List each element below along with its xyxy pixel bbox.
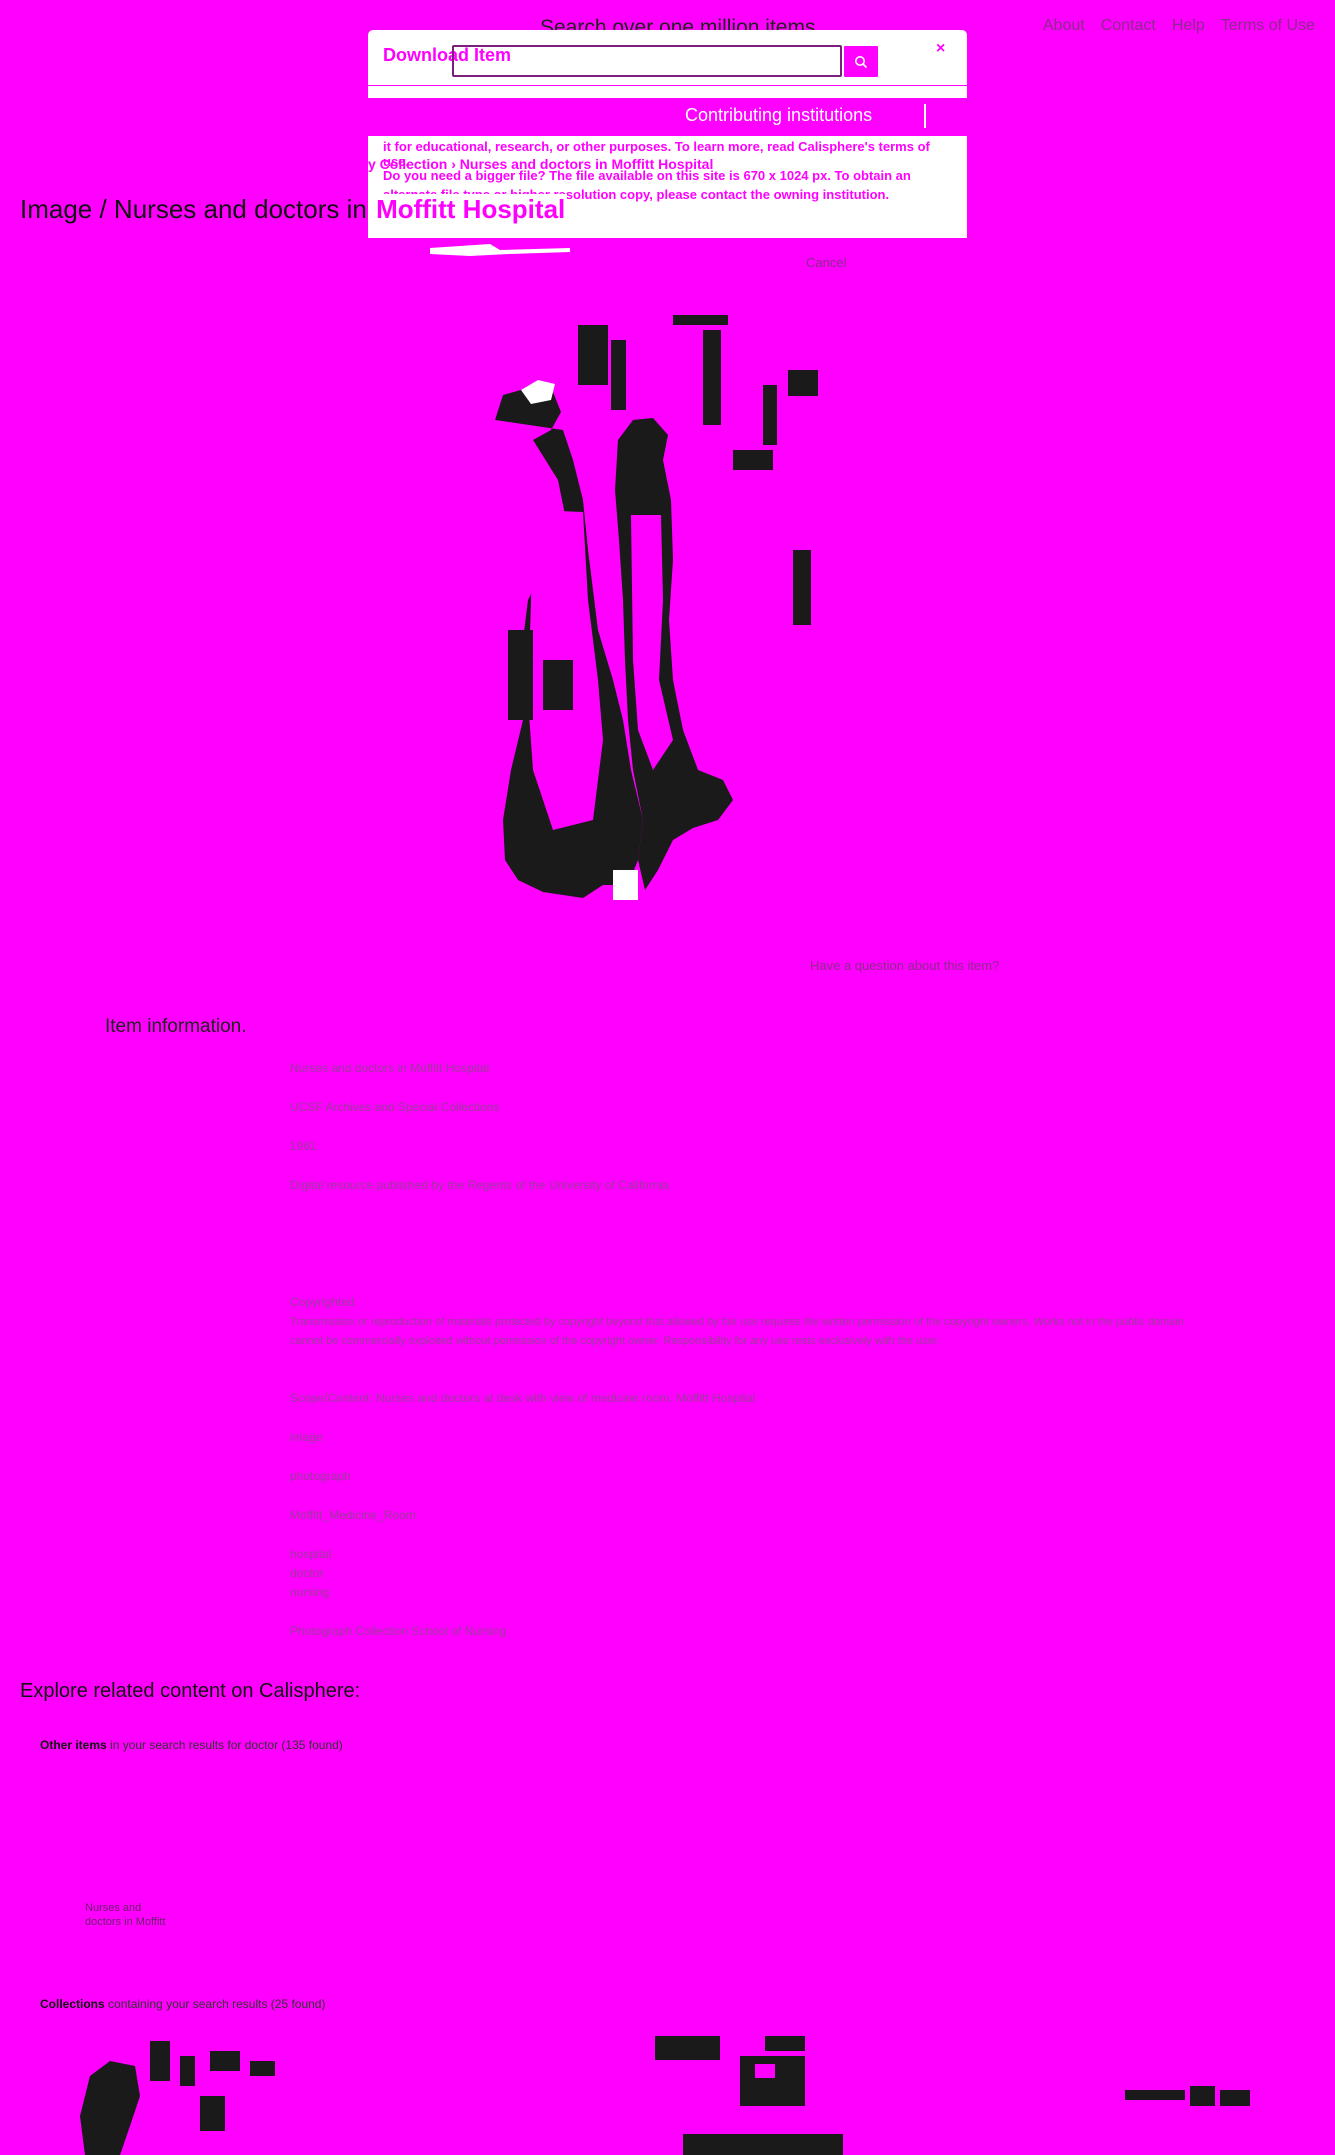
collections-summary: Collections containing your search resul… [40, 1997, 325, 2011]
divider [924, 104, 926, 128]
thumbnail-caption-line: doctors in Moffitt [85, 1916, 166, 1929]
modal-divider-white [368, 86, 967, 98]
close-icon[interactable]: × [936, 40, 945, 58]
rights-statement: Transmission or reproduction of material… [290, 1316, 1184, 1347]
nav-help[interactable]: Help [1172, 17, 1205, 35]
thumbnail-caption-line: Nurses and [85, 1902, 142, 1914]
page-title-highlight: Moffitt Hospital [374, 194, 568, 224]
meta-format: photograph [290, 1469, 351, 1483]
meta-date: 1961 [290, 1139, 317, 1153]
meta-keyword[interactable]: doctor [290, 1566, 323, 1580]
page-title-prefix: Image / Nurses and doctors in [20, 194, 375, 224]
contributing-bar [368, 98, 967, 136]
rights-status: Copyrighted [290, 1295, 355, 1309]
collections-label: Collections [40, 1997, 105, 2011]
meta-keyword[interactable]: nursing [290, 1585, 329, 1599]
collections-text: containing your search results (25 found… [104, 1997, 326, 2011]
meta-institution[interactable]: UCSF Archives and Special Collections [290, 1100, 499, 1114]
search-button[interactable] [842, 44, 880, 79]
meta-publisher: Digital resource published by the Regent… [290, 1178, 669, 1192]
nav-terms[interactable]: Terms of Use [1221, 17, 1315, 35]
meta-collection[interactable]: Photograph Collection School of Nursing [290, 1624, 506, 1638]
page-title: Image / Nurses and doctors in Moffitt Ho… [20, 194, 568, 225]
modal-footer [368, 232, 967, 238]
other-items-label: Other items [40, 1738, 107, 1752]
meta-keyword[interactable]: hospital [290, 1547, 331, 1561]
nav-about[interactable]: About [1043, 17, 1085, 35]
collection-thumbnail[interactable] [1125, 2082, 1255, 2122]
other-items-text: in your search results for doctor (135 f… [106, 1738, 343, 1752]
collection-thumbnail[interactable] [80, 2036, 290, 2155]
meta-subject[interactable]: Moffitt_Medicine_Room [290, 1508, 416, 1522]
search-icon [855, 55, 868, 68]
nav-contact[interactable]: Contact [1101, 17, 1156, 35]
collection-thumbnail[interactable] [655, 2036, 855, 2155]
explore-heading: Explore related content on Calisphere: [20, 1680, 361, 1702]
question-link[interactable]: Have a question about this item? [810, 958, 999, 973]
top-nav: About Contact Help Terms of Use [1043, 17, 1315, 35]
modal-smudge [430, 244, 570, 256]
item-info-heading: Item information. [105, 1016, 247, 1037]
search-input[interactable] [452, 45, 842, 77]
cancel-button[interactable]: Cancel [806, 255, 846, 270]
thumbnail-caption[interactable]: Nurses and doctors in Moffitt [85, 1901, 166, 1930]
meta-scope: Scope/Content: Nurses and doctors at des… [290, 1391, 756, 1405]
meta-title: Nurses and doctors in Moffitt Hospital [290, 1061, 490, 1075]
item-photo[interactable] [433, 300, 903, 940]
contributing-institutions-link[interactable]: Contributing institutions [685, 105, 872, 126]
meta-type[interactable]: image [290, 1430, 323, 1444]
other-items-summary: Other items in your search results for d… [40, 1738, 343, 1752]
